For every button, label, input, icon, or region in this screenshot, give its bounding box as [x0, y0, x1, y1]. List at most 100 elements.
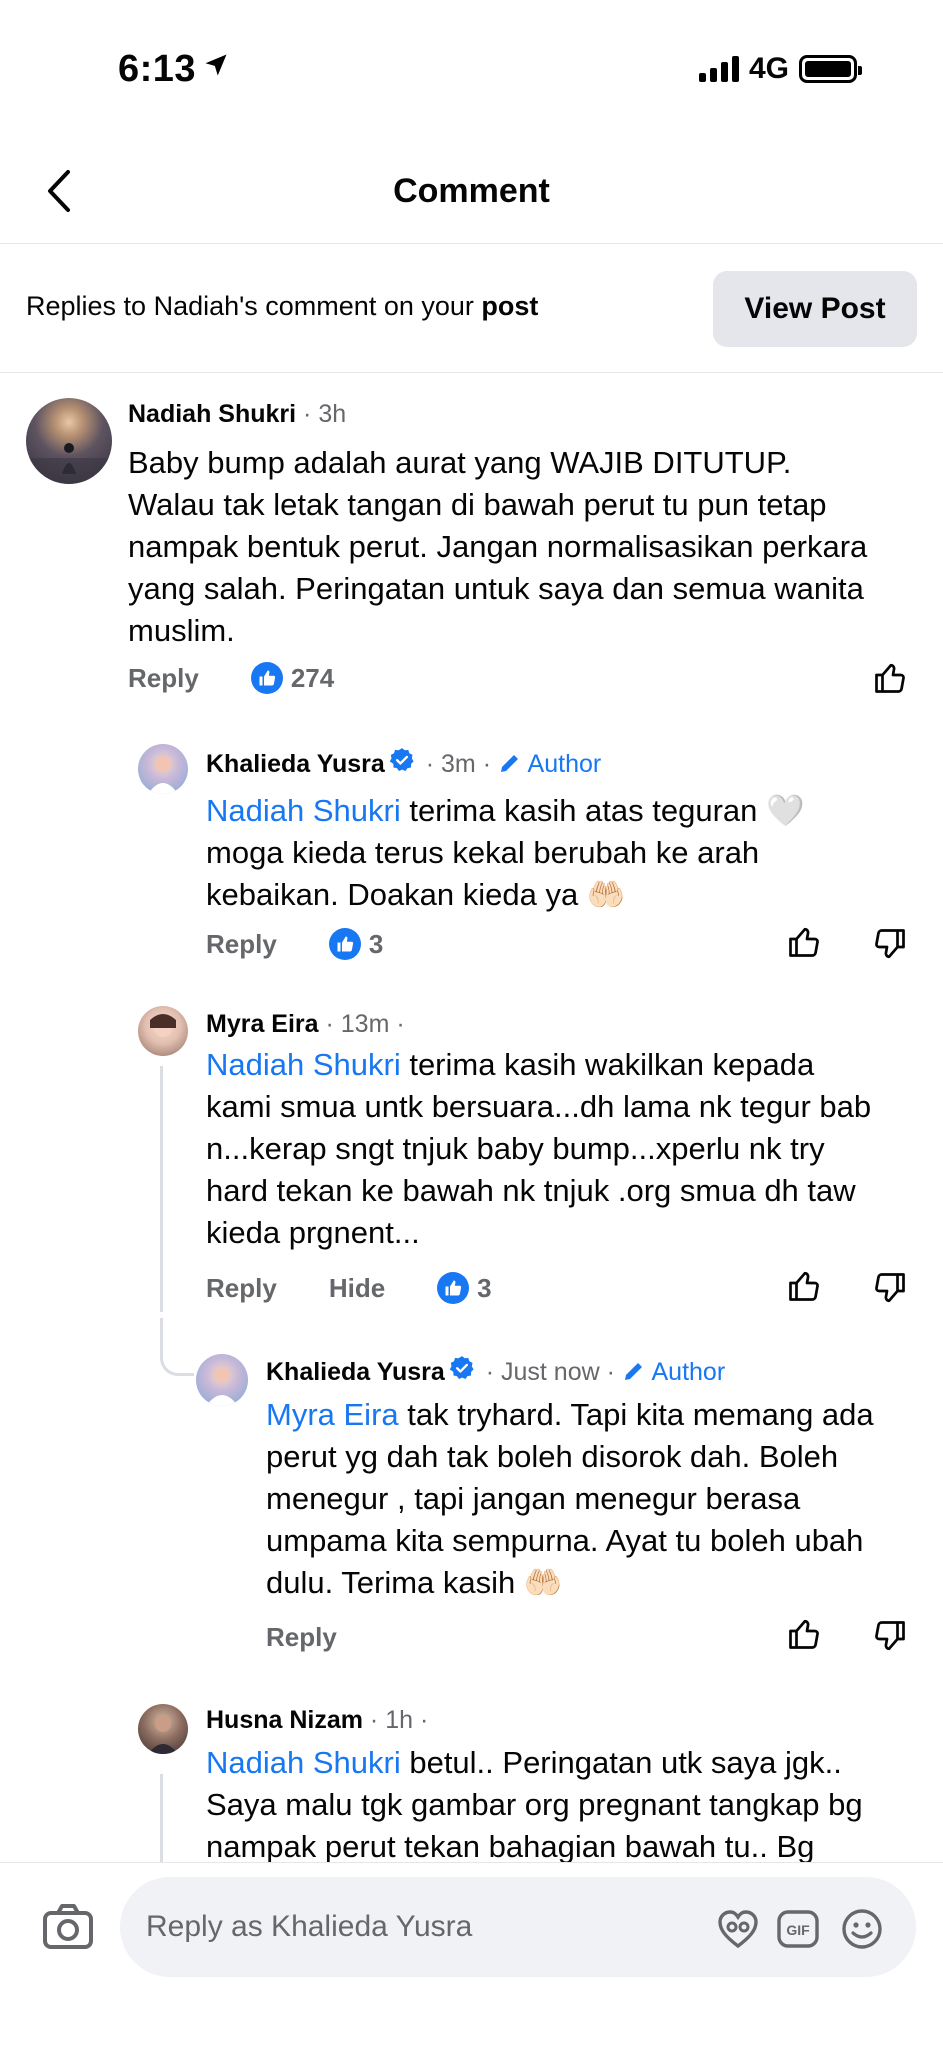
comment-line: Nadiah Shukri betul.. Peringatan utk say…: [206, 1742, 863, 1784]
network-type: 4G: [748, 52, 789, 85]
reply-button[interactable]: Reply: [266, 1622, 337, 1653]
mention-link[interactable]: Nadiah Shukri: [206, 793, 401, 828]
status-indicators: 4G: [698, 52, 862, 86]
like-badge-icon: [328, 928, 361, 960]
mention-link[interactable]: Nadiah Shukri: [206, 1745, 401, 1780]
comment-khalieda-reply-2: Khalieda Yusra · Just now · Author Myra …: [0, 1340, 943, 1660]
like-button[interactable]: [786, 1268, 826, 1308]
avatar-image: [26, 443, 112, 484]
avatar[interactable]: [138, 1704, 188, 1754]
comment-line: kieda prgnent...: [206, 1215, 420, 1250]
author-label: Author: [651, 1358, 726, 1386]
comment-text: terima kasih wakilkan kepada: [400, 1047, 815, 1082]
replies-context-text: Replies to Nadiah's comment on your post: [26, 291, 538, 322]
comment-myra: Myra Eira · 13m · Nadiah Shukri terima k…: [0, 990, 943, 1320]
reply-input[interactable]: [146, 1877, 686, 1977]
like-count[interactable]: 3: [437, 1272, 492, 1304]
commenter-name[interactable]: Khalieda Yusra: [206, 750, 385, 778]
comment-body: Nadiah Shukri terima kasih atas teguran …: [206, 790, 805, 916]
comment-line: Nadiah Shukri terima kasih atas teguran …: [206, 790, 805, 832]
comment-line: nampak perut tekan bahagian bawah tu.. B…: [206, 1829, 815, 1862]
like-count-value: 3: [477, 1272, 492, 1303]
thumbs-down-icon: [875, 1273, 905, 1303]
reply-button[interactable]: Reply: [206, 1273, 277, 1304]
comment-khalieda-reply-1: Khalieda Yusra · 3m · Author Nadiah Shuk…: [0, 730, 943, 980]
like-count[interactable]: 3: [328, 928, 384, 960]
avatar-sticker-button[interactable]: [716, 1907, 760, 1951]
mention-link[interactable]: Nadiah Shukri: [206, 1047, 401, 1082]
avatar-image: [148, 756, 178, 794]
commenter-name[interactable]: Khalieda Yusra: [266, 1358, 445, 1386]
comment-time: Just now: [501, 1358, 600, 1386]
comment-line: moga kieda terus kekal berubah ke arah: [206, 835, 760, 870]
avatar[interactable]: [196, 1354, 248, 1406]
avatar[interactable]: [138, 744, 188, 794]
location-arrow-icon: [202, 46, 230, 89]
page-title: Comment: [393, 172, 550, 210]
emoji-icon: [842, 1909, 882, 1949]
like-count-value: 3: [368, 928, 384, 959]
dislike-button[interactable]: [872, 1270, 912, 1310]
reply-button[interactable]: Reply: [128, 663, 199, 694]
gif-button[interactable]: GIF: [776, 1907, 820, 1951]
commenter-name[interactable]: Nadiah Shukri: [128, 400, 296, 428]
view-post-button[interactable]: View Post: [713, 271, 917, 347]
comment-header: Myra Eira · 13m ·: [206, 1010, 405, 1039]
comment-line: Myra Eira tak tryhard. Tapi kita memang …: [266, 1394, 874, 1436]
mention-link[interactable]: Myra Eira: [266, 1397, 399, 1432]
comment-actions: Reply 274: [128, 662, 334, 694]
avatar-image: [206, 1367, 238, 1406]
dislike-button[interactable]: [872, 926, 912, 966]
verified-badge-icon: [389, 747, 415, 780]
separator: ·: [318, 1010, 341, 1038]
thumbs-down-icon: [875, 1621, 905, 1651]
avatar-image: [148, 1716, 178, 1754]
separator: ·: [389, 1010, 405, 1038]
separator: ·: [475, 750, 498, 778]
status-bar: 6:13 4G: [0, 0, 943, 140]
comment-body: Nadiah Shukri terima kasih wakilkan kepa…: [206, 1044, 871, 1254]
emoji-button[interactable]: [840, 1907, 884, 1951]
reply-button[interactable]: Reply: [206, 929, 277, 960]
like-badge-icon: [437, 1272, 470, 1304]
separator: ·: [478, 1358, 502, 1386]
like-button[interactable]: [786, 924, 826, 964]
separator: ·: [362, 1706, 386, 1734]
thumbs-up-icon: [875, 663, 905, 693]
separator: ·: [413, 1706, 429, 1734]
comment-line: kami smua untk bersuara...dh lama nk teg…: [206, 1089, 872, 1124]
separator: ·: [418, 750, 442, 778]
header: Comment: [0, 148, 943, 244]
commenter-name[interactable]: Husna Nizam: [206, 1706, 363, 1734]
like-button[interactable]: [872, 660, 912, 700]
comment-time: 1h: [385, 1706, 414, 1734]
comment-husna: Husna Nizam · 1h · Nadiah Shukri betul..…: [0, 1690, 943, 1862]
comment-body: Nadiah Shukri betul.. Peringatan utk say…: [206, 1742, 863, 1862]
comment-time: 3m: [441, 750, 476, 778]
pencil-icon: [624, 1363, 642, 1381]
comment-body: Myra Eira tak tryhard. Tapi kita memang …: [266, 1394, 874, 1604]
like-button[interactable]: [786, 1616, 826, 1656]
hide-button[interactable]: Hide: [329, 1273, 385, 1304]
comment-line: umpama kita sempurna. Ayat tu boleh ubah: [266, 1523, 864, 1558]
battery-icon: [799, 55, 862, 83]
avatar[interactable]: [26, 398, 112, 484]
like-count[interactable]: 274: [250, 662, 334, 694]
comment-line: Walau tak letak tangan di bawah perut tu…: [128, 487, 827, 522]
avatar[interactable]: [138, 1006, 188, 1056]
comment-line: nampak bentuk perut. Jangan normalisasik…: [128, 529, 868, 564]
avatar-image: [150, 1014, 176, 1037]
reply-input-container: GIF: [120, 1877, 916, 1977]
comment-time: 3h: [318, 400, 347, 428]
thumbs-up-icon: [789, 927, 819, 957]
commenter-name[interactable]: Myra Eira: [206, 1010, 319, 1038]
comment-line: n...kerap sngt tnjuk baby bump...xperlu …: [206, 1131, 825, 1166]
gif-icon: GIF: [777, 1910, 819, 1948]
dislike-button[interactable]: [872, 1618, 912, 1658]
comment-time: 13m: [340, 1010, 390, 1038]
camera-button[interactable]: [40, 1899, 96, 1955]
comment-text: tak tryhard. Tapi kita memang ada: [398, 1397, 874, 1432]
comment-header: Khalieda Yusra · 3m · Author: [206, 747, 601, 780]
comment-text: terima kasih atas teguran 🤍: [400, 793, 805, 828]
comment-line: kebaikan. Doakan kieda ya 🤲🏻: [206, 877, 626, 912]
